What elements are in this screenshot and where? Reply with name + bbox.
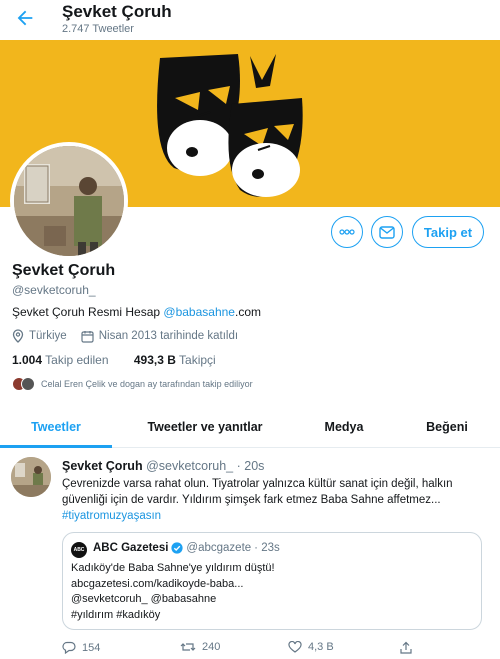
follow-button[interactable]: Takip et xyxy=(412,216,484,248)
quoted-text-line: Kadıköy'de Baba Sahne'ye yıldırım düştü! xyxy=(71,562,275,574)
reply-count: 154 xyxy=(82,641,101,654)
quoted-text-line: #yıldırım #kadıköy xyxy=(71,608,161,621)
tweet-header: Şevket Çoruh @sevketcoruh_ · 20s xyxy=(62,459,264,473)
profile-name: Şevket Çoruh xyxy=(12,262,116,279)
heart-icon xyxy=(288,641,302,653)
tweet-text: Çevrenizde varsa rahat olun. Tiyatrolar … xyxy=(62,476,492,524)
tab-tweets[interactable]: Tweetler xyxy=(0,420,112,434)
quoted-tweet-header: ABC Gazetesi @abcgazete · 23s xyxy=(93,542,280,554)
followers-count: 493,3 B xyxy=(133,353,176,367)
retweet-count: 240 xyxy=(202,641,221,653)
retweet-icon xyxy=(180,643,196,651)
top-bar: Şevket Çoruh 2.747 Tweetler xyxy=(0,0,500,40)
tweet-actions: 154 240 4,3 B xyxy=(62,641,482,657)
quoted-author-handle: @abcgazete xyxy=(186,542,252,554)
tweet-author-name[interactable]: Şevket Çoruh xyxy=(62,459,143,473)
following-label: Takip edilen xyxy=(45,353,109,367)
profile-meta: Türkiye Nisan 2013 tarihinde katıldı xyxy=(12,329,238,343)
tweet-author-handle[interactable]: @sevketcoruh_ xyxy=(146,459,233,473)
profile-handle: @sevketcoruh_ xyxy=(12,283,96,297)
avatar-photo xyxy=(14,146,124,256)
tab-likes[interactable]: Beğeni xyxy=(406,420,488,434)
bio-mention-link[interactable]: @babasahne xyxy=(163,305,235,319)
quoted-tweet-text: Kadıköy'de Baba Sahne'ye yıldırım düştü!… xyxy=(71,561,275,623)
envelope-icon xyxy=(379,225,395,239)
following-count: 1.004 xyxy=(12,353,43,367)
abc-logo: ABC xyxy=(71,542,87,558)
tweet-avatar[interactable] xyxy=(11,457,51,497)
verified-badge-icon xyxy=(171,542,184,554)
followers-label: Takipçi xyxy=(179,353,216,367)
message-button[interactable] xyxy=(371,216,403,248)
share-icon xyxy=(400,641,412,654)
profile-location: Türkiye xyxy=(29,330,67,342)
bio-text: Şevket Çoruh Resmi Hesap xyxy=(12,305,164,319)
quoted-tweet-time: · 23s xyxy=(254,542,280,554)
tweet-time[interactable]: · 20s xyxy=(237,459,265,473)
calendar-icon xyxy=(81,330,94,343)
more-options-button[interactable] xyxy=(331,216,363,248)
more-dots-icon xyxy=(339,229,355,235)
profile-tabs: Tweetler Tweetler ve yanıtlar Medya Beğe… xyxy=(0,408,500,448)
profile-stats: 1.004 Takip edilen 493,3 B Takipçi xyxy=(12,353,216,367)
profile-avatar[interactable] xyxy=(10,142,128,260)
back-arrow-icon[interactable] xyxy=(14,7,36,29)
tweet-count: 2.747 Tweetler xyxy=(62,23,134,35)
profile-bio: Şevket Çoruh Resmi Hesap @babasahne.com xyxy=(12,305,261,319)
quoted-tweet[interactable]: ABC ABC Gazetesi @abcgazete · 23s Kadıkö… xyxy=(62,532,482,630)
profile-joined: Nisan 2013 tarihinde katıldı xyxy=(98,330,239,342)
follower-avatar xyxy=(21,377,35,391)
followed-by-text: Celal Eren Çelik ve dogan ay tarafından … xyxy=(41,379,253,389)
tweet-text-line: Çevrenizde varsa rahat olun. Tiyatrolar … xyxy=(62,478,453,490)
retweet-action[interactable]: 240 xyxy=(180,641,220,653)
tweet-hashtag[interactable]: #tiyatromuzyaşasın xyxy=(62,508,492,524)
tweet-avatar-photo xyxy=(11,457,51,497)
like-action[interactable]: 4,3 B xyxy=(288,641,334,653)
share-action[interactable] xyxy=(400,641,418,654)
like-count: 4,3 B xyxy=(308,641,334,653)
reply-action[interactable]: 154 xyxy=(62,641,100,654)
location-pin-icon xyxy=(12,329,24,343)
following-link[interactable]: 1.004 Takip edilen xyxy=(12,353,109,367)
tab-media[interactable]: Medya xyxy=(300,420,388,434)
quoted-text-line: abcgazetesi.com/kadikoyde-baba... xyxy=(71,577,244,590)
followers-link[interactable]: 493,3 B Takipçi xyxy=(134,353,216,367)
tab-tweets-and-replies[interactable]: Tweetler ve yanıtlar xyxy=(130,420,280,434)
quoted-author-name: ABC Gazetesi xyxy=(93,542,169,554)
active-tab-indicator xyxy=(0,445,112,448)
followed-by[interactable]: Celal Eren Çelik ve dogan ay tarafından … xyxy=(12,377,253,391)
tweet-text-line: güvenliği için de vardır. Yıldırım şimşe… xyxy=(62,494,441,506)
topbar-title: Şevket Çoruh xyxy=(62,2,172,21)
quoted-text-line: @sevketcoruh_ @babasahne xyxy=(71,593,217,605)
bio-link-suffix: .com xyxy=(234,305,261,319)
reply-icon xyxy=(62,641,76,654)
